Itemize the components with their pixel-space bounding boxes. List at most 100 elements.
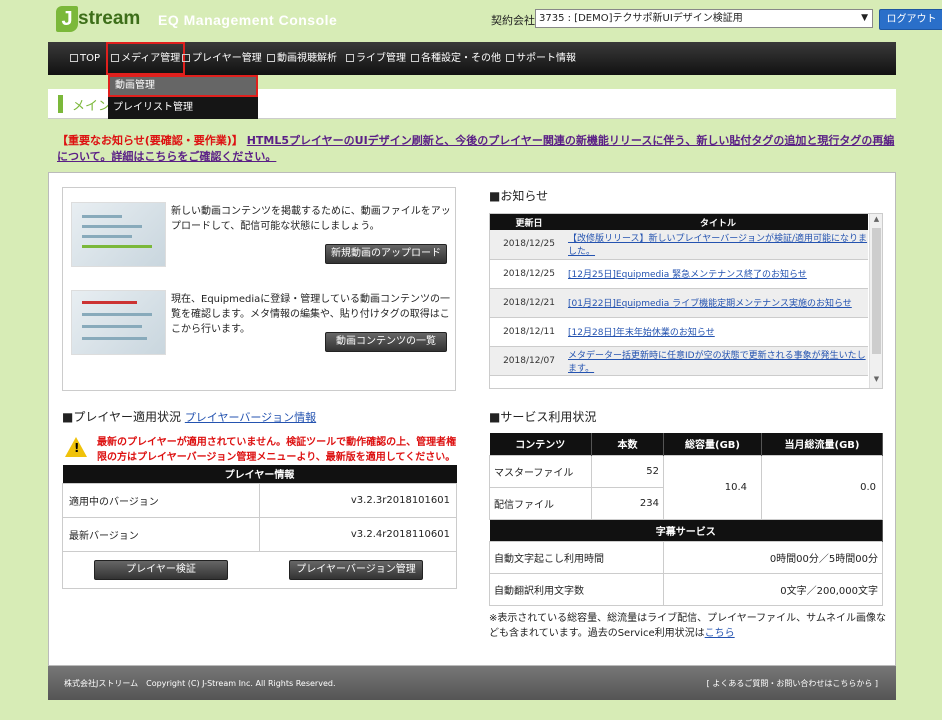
- col-title: タイトル: [568, 214, 868, 230]
- contract-select[interactable]: 3735 : [DEMO]テクサポ新UIデザイン検証用 ▼: [535, 9, 873, 28]
- menu-item-playlist-management[interactable]: プレイリスト管理: [108, 97, 258, 119]
- nav-item-live[interactable]: ライブ管理: [346, 42, 406, 75]
- news-row: 2018/12/25 【改修版リリース】新しいプレイヤーバージョンが検証/適用可…: [490, 230, 868, 260]
- upload-new-video-button[interactable]: 新規動画のアップロード: [325, 244, 447, 264]
- footer: 株式会社Jストリーム Copyright (C) J-Stream Inc. A…: [48, 666, 896, 700]
- nav-item-player[interactable]: プレイヤー管理: [182, 42, 262, 75]
- current-version-label: 適用中のバージョン: [62, 482, 260, 518]
- news-row: 2018/12/11 [12月28日]年末年始休業のお知らせ: [490, 317, 868, 347]
- checkbox-icon: [70, 54, 78, 62]
- nav-item-top[interactable]: TOP: [70, 42, 100, 75]
- service-usage-table: コンテンツ 本数 総容量(GB) 当月総流量(GB) マスターファイル 52 1…: [489, 433, 883, 606]
- master-file-count: 52: [591, 454, 664, 488]
- upload-thumbnail: [71, 202, 166, 267]
- console-title: EQ Management Console: [158, 12, 338, 28]
- contents-thumbnail: [71, 290, 166, 355]
- transcribe-label: 自動文字起こし利用時間: [489, 540, 664, 574]
- logout-button[interactable]: ログアウト: [879, 9, 942, 30]
- checkbox-icon: [506, 54, 514, 62]
- warning-message: 最新のプレイヤーが適用されていません。検証ツールで動作確認の上、管理者権限の方は…: [97, 437, 457, 463]
- table-row: 最新バージョン v3.2.4r2018110601: [62, 516, 457, 552]
- nav-label: 動画視聴解析: [277, 53, 337, 64]
- nav-label: TOP: [80, 53, 101, 64]
- jstream-logo[interactable]: J stream: [48, 6, 141, 36]
- latest-version-label: 最新バージョン: [62, 516, 260, 552]
- contents-description: 現在、Equipmediaに登録・管理している動画コンテンツの一覧を確認します。…: [171, 294, 450, 335]
- player-version-info-link[interactable]: プレイヤーバージョン情報: [185, 411, 316, 424]
- subtitle-service-title: 字幕サービス: [489, 519, 883, 541]
- scroll-up-icon[interactable]: ▲: [870, 215, 882, 227]
- news-panel: 更新日 タイトル 2018/12/25 【改修版リリース】新しいプレイヤーバージ…: [489, 213, 883, 389]
- media-dropdown-menu: 動画管理 プレイリスト管理: [108, 75, 258, 119]
- copyright: 株式会社Jストリーム Copyright (C) J-Stream Inc. A…: [64, 679, 336, 688]
- col-capacity: 総容量(GB): [663, 433, 762, 455]
- news-heading: ■お知らせ: [489, 189, 549, 203]
- news-row: 2018/12/07 メタデーター括更新時に任意IDが空の状態で更新される事象が…: [490, 346, 868, 376]
- scroll-thumb[interactable]: [872, 228, 881, 354]
- past-usage-link[interactable]: こちら: [705, 628, 735, 639]
- quick-actions-box: 新しい動画コンテンツを掲載するために、動画ファイルをアップロードして、配信可能な…: [62, 187, 456, 391]
- service-heading: ■サービス利用状況: [489, 410, 597, 424]
- checkbox-icon: [267, 54, 275, 62]
- player-verify-button[interactable]: プレイヤー検証: [94, 560, 228, 580]
- delivery-file-count: 234: [591, 486, 664, 520]
- logo-j: J: [56, 6, 78, 32]
- checkbox-icon: [411, 54, 419, 62]
- transcribe-value: 0時間00分／5時間00分: [663, 540, 883, 574]
- player-version-manage-button[interactable]: プレイヤーバージョン管理: [289, 560, 423, 580]
- col-count: 本数: [591, 433, 664, 455]
- nav-label: 各種設定・その他: [421, 53, 501, 64]
- video-contents-list-button[interactable]: 動画コンテンツの一覧: [325, 332, 447, 352]
- service-header-row: コンテンツ 本数 総容量(GB) 当月総流量(GB): [489, 433, 883, 455]
- checkbox-icon: [111, 54, 119, 62]
- main-nav: TOP メディア管理 プレイヤー管理 動画視聴解析 ライブ管理 各種設定・その他…: [48, 42, 896, 75]
- table-row: 適用中のバージョン v3.2.3r2018101601: [62, 482, 457, 518]
- title-accent: [58, 95, 63, 113]
- notice-label: 【重要なお知らせ(要確認・要作業)】: [57, 134, 243, 147]
- important-notice: 【重要なお知らせ(要確認・要作業)】 HTML5プレイヤーのUIデザイン刷新と、…: [57, 133, 897, 165]
- table-row: マスターファイル 52 10.4 0.0: [489, 454, 883, 520]
- news-date: 2018/12/25: [490, 230, 568, 260]
- player-info-title: プレイヤー情報: [62, 465, 457, 483]
- logo-stream: stream: [78, 8, 141, 29]
- col-traffic: 当月総流量(GB): [761, 433, 883, 455]
- master-file-label: マスターファイル: [489, 454, 592, 488]
- table-row: 自動翻訳利用文字数 0文字／200,000文字: [489, 572, 883, 606]
- nav-label: メディア管理: [121, 53, 181, 64]
- news-title-link[interactable]: [01月22日]Equipmedia ライブ機能定期メンテナンス実施のお知らせ: [568, 299, 852, 309]
- news-title-link[interactable]: メタデーター括更新時に任意IDが空の状態で更新される事象が発生いたします。: [568, 351, 866, 374]
- faq-link[interactable]: [ よくあるご質問・お問い合わせはこちらから ]: [707, 678, 878, 689]
- nav-item-settings[interactable]: 各種設定・その他: [411, 42, 501, 75]
- news-title-link[interactable]: [12月28日]年末年始休業のお知らせ: [568, 328, 715, 338]
- total-capacity: 10.4: [663, 454, 762, 520]
- news-title-link[interactable]: 【改修版リリース】新しいプレイヤーバージョンが検証/適用可能になりました。: [568, 234, 867, 257]
- nav-label: プレイヤー管理: [192, 53, 262, 64]
- player-status-heading: ■プレイヤー適用状況 プレイヤーバージョン情報: [62, 408, 316, 425]
- header: J stream EQ Management Console 契約会社： 373…: [48, 0, 942, 42]
- checkbox-icon: [346, 54, 354, 62]
- page-title: メイン: [72, 99, 112, 114]
- player-info-table: プレイヤー情報 適用中のバージョン v3.2.3r2018101601 最新バー…: [62, 465, 457, 552]
- news-table: 更新日 タイトル 2018/12/25 【改修版リリース】新しいプレイヤーバージ…: [490, 214, 868, 376]
- menu-item-video-management[interactable]: 動画管理: [108, 75, 258, 97]
- news-row: 2018/12/21 [01月22日]Equipmedia ライブ機能定期メンテ…: [490, 288, 868, 318]
- news-date: 2018/12/11: [490, 317, 568, 347]
- upload-description: 新しい動画コンテンツを掲載するために、動画ファイルをアップロードして、配信可能な…: [171, 206, 451, 232]
- nav-item-support[interactable]: サポート情報: [506, 42, 576, 75]
- contract-value: 3735 : [DEMO]テクサポ新UIデザイン検証用: [539, 13, 743, 24]
- table-row: 自動文字起こし利用時間 0時間00分／5時間00分: [489, 540, 883, 574]
- scroll-down-icon[interactable]: ▼: [870, 375, 882, 387]
- monthly-traffic: 0.0: [761, 454, 883, 520]
- nav-item-media[interactable]: メディア管理: [106, 42, 186, 75]
- news-row: 2018/12/25 [12月25日]Equipmedia 緊急メンテナンス終了…: [490, 259, 868, 289]
- warning-icon: !: [65, 437, 87, 457]
- delivery-file-label: 配信ファイル: [489, 486, 592, 520]
- checkbox-icon: [182, 54, 190, 62]
- nav-item-analytics[interactable]: 動画視聴解析: [267, 42, 337, 75]
- news-date: 2018/12/25: [490, 259, 568, 289]
- news-scrollbar[interactable]: ▲ ▼: [869, 214, 882, 388]
- chevron-down-icon: ▼: [861, 13, 868, 23]
- nav-label: ライブ管理: [356, 53, 406, 64]
- news-title-link[interactable]: [12月25日]Equipmedia 緊急メンテナンス終了のお知らせ: [568, 270, 807, 280]
- news-date: 2018/12/21: [490, 288, 568, 318]
